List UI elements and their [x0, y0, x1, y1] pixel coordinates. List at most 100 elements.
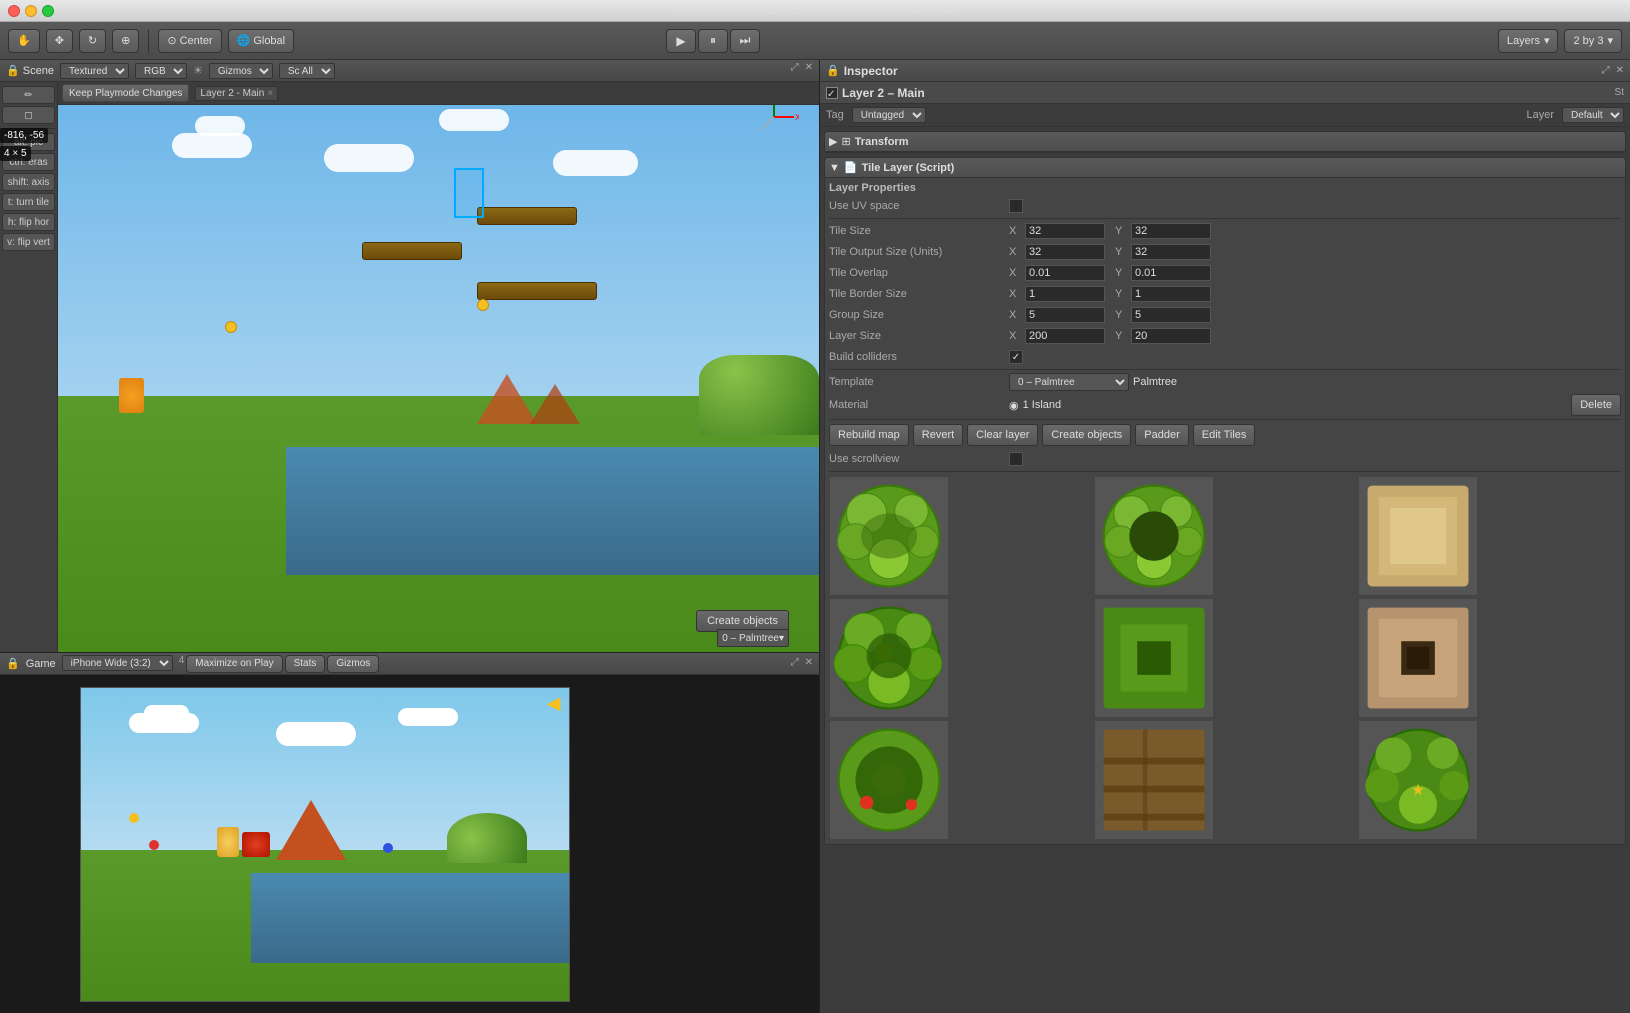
tile-border-y-input[interactable]	[1131, 286, 1211, 302]
gizmos-dropdown[interactable]: Gizmos	[209, 63, 273, 79]
by3-dropdown[interactable]: 2 by 3 ▾	[1564, 29, 1622, 53]
layers-dropdown[interactable]: Layers ▾	[1498, 29, 1559, 53]
rgb-dropdown[interactable]: RGB	[135, 63, 187, 79]
turn-tile-button[interactable]: t: turn tile	[2, 193, 55, 211]
layer-size-xy: X Y	[1009, 328, 1211, 344]
action-buttons: Rebuild map Revert Clear layer Create ob…	[829, 424, 1621, 446]
mountain-2	[530, 384, 580, 424]
minimize-button[interactable]	[25, 5, 37, 17]
x-label-5: X	[1009, 309, 1021, 321]
tile-layer-component: ▼ 📄 Tile Layer (Script) Layer Properties…	[824, 157, 1626, 845]
global-button[interactable]: 🌐 Global	[228, 29, 295, 53]
clear-layer-button[interactable]: Clear layer	[967, 424, 1038, 446]
close-button[interactable]	[8, 5, 20, 17]
tile-overlap-x-input[interactable]	[1025, 265, 1105, 281]
revert-button[interactable]: Revert	[913, 424, 963, 446]
delete-button[interactable]: Delete	[1571, 394, 1621, 416]
rotate-tool-button[interactable]: ↻	[79, 29, 106, 53]
move-tool-button[interactable]: ✥	[46, 29, 73, 53]
tile-layer-header[interactable]: ▼ 📄 Tile Layer (Script)	[825, 158, 1625, 178]
eraser-tool-button[interactable]: ◻	[2, 106, 55, 124]
use-uv-checkbox[interactable]	[1009, 199, 1023, 213]
tile-output-y-input[interactable]	[1131, 244, 1211, 260]
build-colliders-checkbox[interactable]	[1009, 350, 1023, 364]
use-scrollview-checkbox[interactable]	[1009, 452, 1023, 466]
center-label: Center	[180, 35, 213, 47]
scene-canvas[interactable]: X Y Create objects 0 – Palmtree ▾	[0, 82, 819, 652]
layer-size-x-input[interactable]	[1025, 328, 1105, 344]
edit-tiles-button[interactable]: Edit Tiles	[1193, 424, 1256, 446]
rebuild-map-button[interactable]: Rebuild map	[829, 424, 909, 446]
game-maximize-button[interactable]: ⤢	[789, 655, 801, 670]
tile-size-y-input[interactable]	[1131, 223, 1211, 239]
tile-cell-2[interactable]	[1094, 476, 1214, 596]
platform-3	[477, 282, 597, 300]
scene-all-dropdown[interactable]: Sc All	[279, 63, 335, 79]
palmtree-dropdown[interactable]: 0 – Palmtree ▾	[717, 629, 789, 647]
tile-overlap-y-input[interactable]	[1131, 265, 1211, 281]
flip-hor-button[interactable]: h: flip hor	[2, 213, 55, 231]
inspector-maximize-button[interactable]: ⤢	[1600, 63, 1612, 78]
delete-label: Delete	[1580, 399, 1612, 411]
tile-border-xy: X Y	[1009, 286, 1211, 302]
template-dropdown[interactable]: 0 – Palmtree	[1009, 373, 1129, 391]
tag-dropdown[interactable]: Untagged	[852, 107, 926, 123]
shift-axis-button[interactable]: shift: axis	[2, 173, 55, 191]
stats-button[interactable]: Stats	[285, 655, 326, 673]
layer-size-y-input[interactable]	[1131, 328, 1211, 344]
group-size-row: Group Size X Y	[829, 306, 1621, 324]
tile-output-xy: X Y	[1009, 244, 1211, 260]
by3-label: 2 by 3	[1573, 35, 1603, 47]
game-gizmos-button[interactable]: Gizmos	[327, 655, 379, 673]
script-icon: 📄	[844, 161, 858, 174]
step-button[interactable]: ⏭	[730, 29, 760, 53]
toolbar: ✋ ✥ ↻ ⊕ ⊙ Center 🌐 Global ▶ ⏸ ⏭ Layers ▾…	[0, 22, 1630, 60]
create-objects-button[interactable]: Create objects	[1042, 424, 1131, 446]
bush-area-1	[699, 355, 819, 435]
layer-tab-close[interactable]: ×	[267, 88, 273, 99]
coord-value: -816, -56	[4, 130, 44, 141]
scene-close-button[interactable]: ✕	[803, 60, 815, 75]
fullscreen-button[interactable]	[42, 5, 54, 17]
textured-dropdown[interactable]: Textured	[60, 63, 129, 79]
inspector-close-button[interactable]: ✕	[1614, 63, 1626, 78]
game-canvas-container[interactable]: ◀	[0, 675, 819, 1013]
inspector-content: ▶ ⊞ Transform ▼ 📄 Tile Layer (Script) La…	[820, 127, 1630, 1013]
y-label-2: Y	[1115, 246, 1127, 258]
scene-maximize-button[interactable]: ⤢	[789, 60, 801, 75]
game-close-button[interactable]: ✕	[803, 655, 815, 670]
group-size-x-input[interactable]	[1025, 307, 1105, 323]
padder-button[interactable]: Padder	[1135, 424, 1188, 446]
tile-output-x-item: X	[1009, 244, 1105, 260]
tile-cell-5[interactable]	[1094, 598, 1214, 718]
layer-tab[interactable]: Layer 2 - Main ×	[195, 86, 278, 101]
keep-playmode-button[interactable]: Keep Playmode Changes	[62, 84, 189, 102]
tile-cell-3[interactable]	[1358, 476, 1478, 596]
tile-border-x-input[interactable]	[1025, 286, 1105, 302]
tile-output-x-input[interactable]	[1025, 244, 1105, 260]
tile-cell-1[interactable]	[829, 476, 949, 596]
group-size-y-input[interactable]	[1131, 307, 1211, 323]
tile-cell-4[interactable]	[829, 598, 949, 718]
tile-size-x-input[interactable]	[1025, 223, 1105, 239]
maximize-play-button[interactable]: Maximize on Play	[186, 655, 282, 673]
divider-4	[829, 471, 1621, 472]
tile-cell-7[interactable]	[829, 720, 949, 840]
center-button[interactable]: ⊙ Center	[158, 29, 221, 53]
object-active-checkbox[interactable]	[826, 87, 838, 99]
tile-cell-9[interactable]	[1358, 720, 1478, 840]
pause-button[interactable]: ⏸	[698, 29, 728, 53]
play-button[interactable]: ▶	[666, 29, 696, 53]
hand-tool-button[interactable]: ✋	[8, 29, 40, 53]
tile-cell-6[interactable]	[1358, 598, 1478, 718]
pencil-tool-button[interactable]: ✏	[2, 86, 55, 104]
scale-tool-button[interactable]: ⊕	[112, 29, 139, 53]
tile-overlap-xy: X Y	[1009, 265, 1211, 281]
tile-cell-8[interactable]	[1094, 720, 1214, 840]
traffic-lights	[8, 5, 54, 17]
iphone-dropdown[interactable]: iPhone Wide (3:2)	[62, 655, 173, 671]
transform-header[interactable]: ▶ ⊞ Transform	[825, 132, 1625, 152]
layer-dropdown[interactable]: Default	[1562, 107, 1624, 123]
flip-vert-button[interactable]: v: flip vert	[2, 233, 55, 251]
iphone-scale-label: 4	[179, 655, 185, 673]
